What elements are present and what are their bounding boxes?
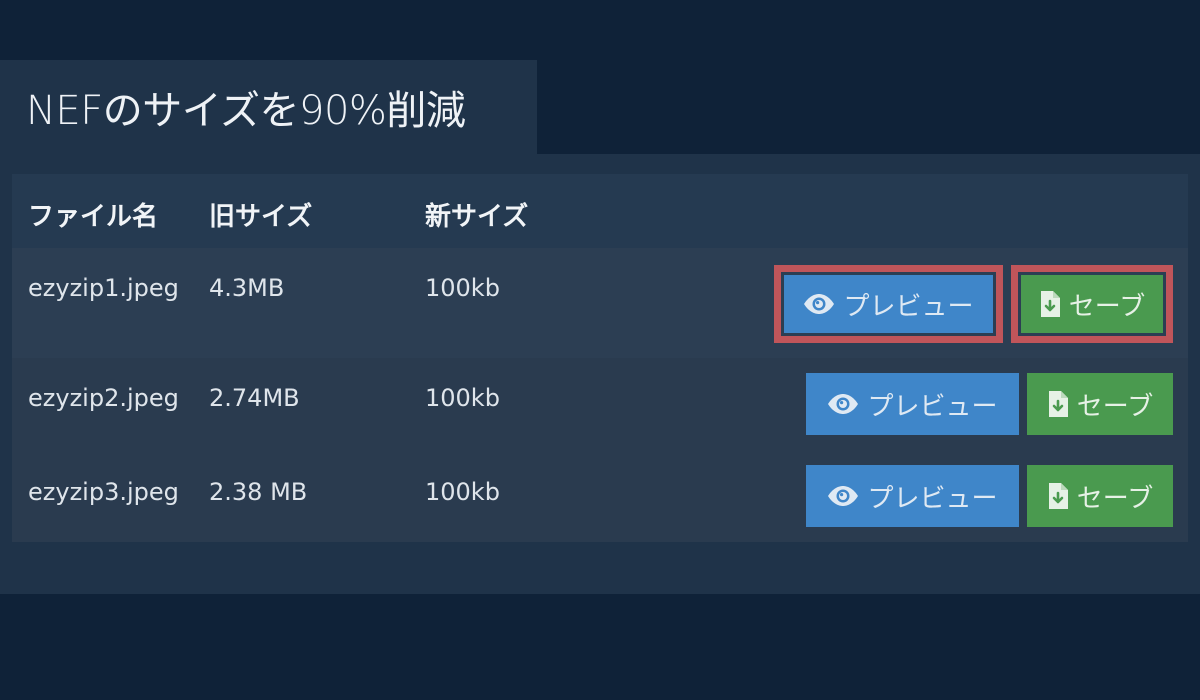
file-download-icon [1039,290,1061,318]
save-button[interactable]: セーブ [1027,373,1173,435]
page-title: NEFのサイズを90%削減 [26,88,466,134]
cell-filename: ezyzip1.jpeg [28,274,179,302]
cell-old-size: 2.38 MB [209,478,308,506]
cell-new-size: 100kb [425,478,500,506]
preview-button[interactable]: プレビュー [784,275,993,333]
preview-button[interactable]: プレビュー [806,373,1019,435]
eye-icon [827,485,859,507]
preview-button[interactable]: プレビュー [806,465,1019,527]
cell-new-size: 100kb [425,274,500,302]
title-tab: NEFのサイズを90%削減 [0,60,537,154]
cell-old-size: 2.74MB [209,384,300,412]
preview-button-label: プレビュー [867,391,998,422]
results-panel: ファイル名 旧サイズ 新サイズ ezyzip1.jpeg 4.3MB 100kb [0,154,1200,594]
eye-icon [827,393,859,415]
eye-icon [803,293,835,315]
table-header: ファイル名 旧サイズ 新サイズ [12,174,1188,248]
save-button-label: セーブ [1076,483,1154,514]
table-row: ezyzip2.jpeg 2.74MB 100kb プレビュー セーブ [12,358,1188,452]
save-button-label: セーブ [1076,391,1154,422]
save-button-label: セーブ [1068,291,1146,322]
save-button[interactable]: セーブ [1027,465,1173,527]
cell-filename: ezyzip2.jpeg [28,384,179,412]
file-download-icon [1047,482,1069,510]
preview-button-label: プレビュー [867,483,998,514]
file-download-icon [1047,390,1069,418]
header-old-size: 旧サイズ [209,202,313,232]
cell-filename: ezyzip3.jpeg [28,478,179,506]
cell-old-size: 4.3MB [209,274,285,302]
table-row: ezyzip1.jpeg 4.3MB 100kb プレビュー セーブ [12,248,1188,358]
header-filename: ファイル名 [28,202,159,232]
header-new-size: 新サイズ [425,202,529,232]
cell-new-size: 100kb [425,384,500,412]
table-row: ezyzip3.jpeg 2.38 MB 100kb プレビュー セーブ [12,452,1188,542]
results-table: ファイル名 旧サイズ 新サイズ ezyzip1.jpeg 4.3MB 100kb [12,174,1188,542]
save-button[interactable]: セーブ [1021,275,1163,333]
preview-button-label: プレビュー [843,291,974,322]
